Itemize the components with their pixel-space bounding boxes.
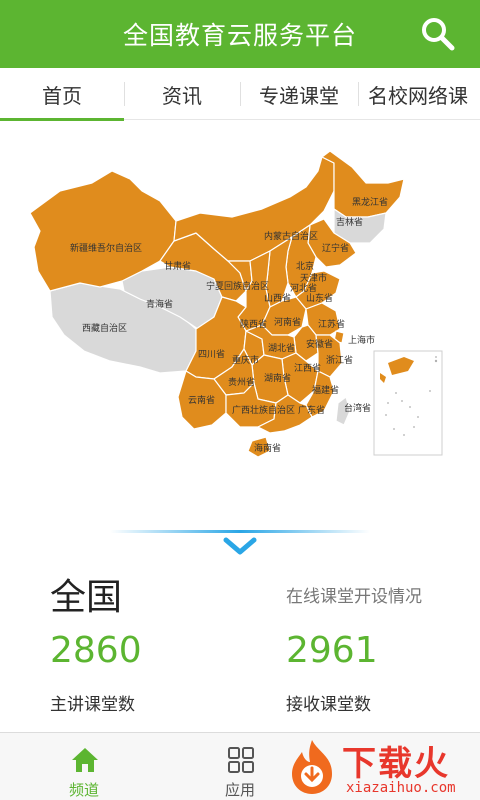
chevron-down-icon[interactable] xyxy=(222,536,258,558)
main-classroom-label: 主讲课堂数 xyxy=(50,695,135,715)
province-label: 台湾省 xyxy=(344,402,371,414)
province-label: 湖北省 xyxy=(268,342,295,354)
province-label: 湖南省 xyxy=(264,372,291,384)
watermark: 下载火 xiazaihuo.com xyxy=(282,736,480,800)
south-china-sea-inset xyxy=(373,350,443,456)
province-label: 新疆维吾尔自治区 xyxy=(70,242,142,254)
receive-classroom-count: 2961 xyxy=(286,630,378,671)
province-label: 上海市 xyxy=(348,334,375,346)
china-map-svg[interactable]: 黑龙江省 吉林省 辽宁省 内蒙古自治区 新疆维吾尔自治区 甘肃省 北京 天津市 … xyxy=(0,121,480,531)
nav-channel-label: 频道 xyxy=(68,781,99,799)
province-label: 西藏自治区 xyxy=(82,322,127,334)
province-label: 浙江省 xyxy=(326,354,353,366)
main-classroom-count: 2860 xyxy=(50,630,142,671)
tab-bar: 首页 资讯 专递课堂 名校网络课 xyxy=(0,68,480,121)
search-icon[interactable] xyxy=(418,14,458,54)
section-divider xyxy=(0,528,480,562)
province-label: 安徽省 xyxy=(306,338,333,350)
tab-delivery-classroom[interactable]: 专递课堂 xyxy=(240,68,358,120)
province-label: 河北省 xyxy=(290,282,317,294)
province-label: 江苏省 xyxy=(318,318,345,330)
app-header: 全国教育云服务平台 xyxy=(0,0,480,68)
stats-panel: 全国 在线课堂开设情况 2860 2961 主讲课堂数 接收课堂数 xyxy=(0,562,480,732)
receive-classroom-label: 接收课堂数 xyxy=(286,695,371,715)
province-label: 广西壮族自治区 xyxy=(232,404,295,416)
province-label: 内蒙古自治区 xyxy=(264,230,318,242)
province-label: 四川省 xyxy=(198,348,225,360)
province-label: 河南省 xyxy=(274,316,301,328)
province-label: 重庆市 xyxy=(232,354,259,366)
province-label: 海南省 xyxy=(254,442,281,454)
province-label: 辽宁省 xyxy=(322,242,349,254)
province-label: 北京 xyxy=(296,260,314,272)
province-label: 江西省 xyxy=(294,362,321,374)
province-label: 广东省 xyxy=(298,404,325,416)
province-label: 甘肃省 xyxy=(164,260,191,272)
province-label: 贵州省 xyxy=(228,376,255,388)
province-label: 云南省 xyxy=(188,394,215,406)
tab-home[interactable]: 首页 xyxy=(0,68,124,121)
grid-icon xyxy=(228,747,254,773)
app-title: 全国教育云服务平台 xyxy=(122,21,357,50)
province-label: 山东省 xyxy=(306,292,333,304)
divider-line xyxy=(110,530,370,533)
stats-description: 在线课堂开设情况 xyxy=(286,587,422,607)
province-label: 天津市 xyxy=(300,272,327,284)
tab-famous-school-courses[interactable]: 名校网络课 xyxy=(358,68,480,120)
home-icon xyxy=(72,748,98,772)
flame-logo-icon xyxy=(292,740,332,794)
province-label: 黑龙江省 xyxy=(352,196,388,208)
province-label: 陕西省 xyxy=(240,318,267,330)
watermark-url: xiazaihuo.com xyxy=(346,780,456,796)
tab-news[interactable]: 资讯 xyxy=(124,68,240,120)
region-name: 全国 xyxy=(50,577,123,618)
watermark-text: 下载火 xyxy=(342,744,450,784)
nav-channel[interactable]: 频道 xyxy=(24,733,144,800)
province-label: 福建省 xyxy=(312,384,339,396)
province-label: 吉林省 xyxy=(336,216,363,228)
province-label: 青海省 xyxy=(146,298,173,310)
province-label: 宁夏回族自治区 xyxy=(206,280,269,292)
province-label: 山西省 xyxy=(264,292,291,304)
china-map[interactable]: 黑龙江省 吉林省 辽宁省 内蒙古自治区 新疆维吾尔自治区 甘肃省 北京 天津市 … xyxy=(0,121,480,531)
